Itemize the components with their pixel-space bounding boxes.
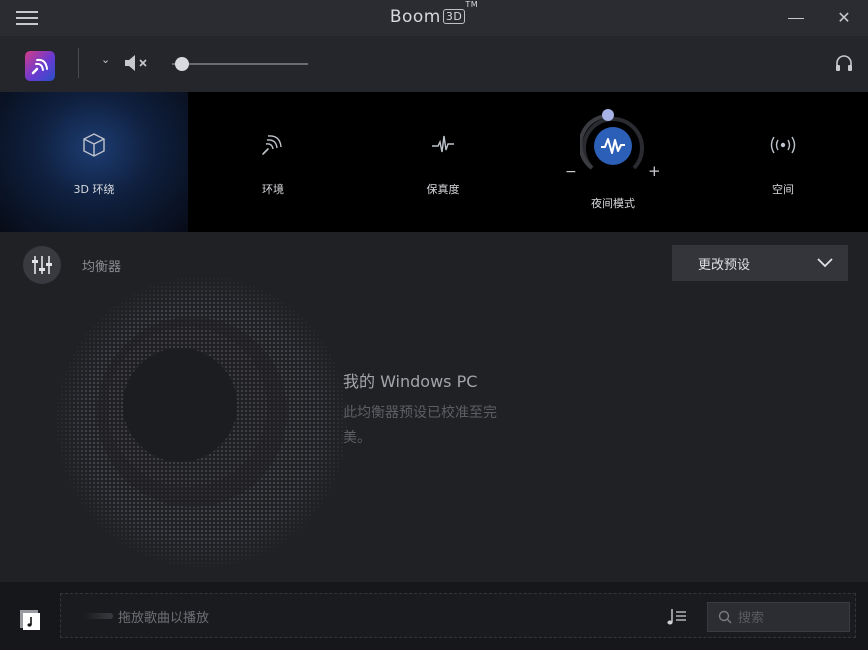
waves-icon bbox=[262, 135, 282, 155]
minimize-button[interactable] bbox=[784, 8, 808, 28]
toolbar-divider bbox=[78, 48, 79, 78]
player-bar: 拖放歌曲以播放 bbox=[0, 582, 868, 650]
volume-slider-thumb[interactable] bbox=[174, 57, 189, 71]
effects-bar: 3D 环绕 环境 保真度 − + 夜间模式 空间 bbox=[0, 92, 868, 232]
equalizer-label: 均衡器 bbox=[82, 260, 122, 275]
night-mode-knob[interactable] bbox=[602, 109, 614, 121]
headphones-icon[interactable] bbox=[834, 54, 854, 76]
app-name: Boom bbox=[389, 7, 441, 27]
preset-description: 此均衡器预设已校准至完美。 bbox=[343, 405, 497, 446]
broadcast-icon bbox=[770, 136, 796, 154]
effect-fidelity[interactable]: 保真度 bbox=[358, 92, 528, 232]
effect-label: 保真度 bbox=[426, 183, 460, 196]
effect-label: 夜间模式 bbox=[591, 197, 635, 210]
effect-night-mode[interactable]: − + 夜间模式 bbox=[528, 92, 698, 232]
night-mode-decrease[interactable]: − bbox=[565, 164, 577, 180]
cube-icon bbox=[83, 133, 105, 157]
effect-3d-surround[interactable]: 3D 环绕 bbox=[0, 92, 188, 232]
toolbar: ⌄ bbox=[0, 36, 868, 92]
speaker-muted-icon[interactable] bbox=[123, 54, 151, 76]
playlist-icon[interactable] bbox=[666, 607, 688, 631]
speaker-graphic bbox=[57, 277, 347, 567]
drop-zone-indicator bbox=[83, 613, 113, 619]
preset-dropdown-label: 更改预设 bbox=[698, 258, 751, 273]
soundwave-icon bbox=[594, 127, 632, 165]
close-button[interactable]: ✕ bbox=[832, 8, 856, 28]
pulse-icon bbox=[432, 135, 454, 153]
effect-label: 环境 bbox=[262, 183, 284, 196]
search-input[interactable] bbox=[736, 608, 850, 628]
equalizer-sliders-icon[interactable] bbox=[23, 246, 61, 284]
trademark: TM bbox=[465, 0, 479, 10]
preset-dropdown[interactable]: 更改预设 bbox=[672, 245, 848, 281]
effect-spatial[interactable]: 空间 bbox=[698, 92, 868, 232]
night-mode-increase[interactable]: + bbox=[648, 162, 661, 180]
search-icon bbox=[718, 610, 732, 624]
chevron-down-icon[interactable]: ⌄ bbox=[101, 53, 110, 66]
search-box[interactable] bbox=[707, 602, 850, 632]
drop-zone-text: 拖放歌曲以播放 bbox=[118, 611, 210, 626]
effect-label: 3D 环绕 bbox=[73, 183, 115, 196]
app-title: Boom 3DTM bbox=[0, 0, 868, 27]
chevron-down-icon bbox=[817, 258, 833, 268]
volume-slider-track[interactable] bbox=[172, 63, 308, 65]
effect-ambience[interactable]: 环境 bbox=[188, 92, 358, 232]
app-logo-icon[interactable] bbox=[25, 51, 55, 81]
title-bar: Boom 3DTM ✕ bbox=[0, 0, 868, 36]
app-badge: 3D bbox=[442, 9, 466, 24]
device-title: 我的 Windows PC bbox=[343, 372, 478, 391]
equalizer-panel: 均衡器 更改预设 我的 Windows PC 此均衡器预设已校准至完美。 bbox=[0, 232, 868, 582]
music-file-icon[interactable] bbox=[18, 608, 42, 636]
effect-label: 空间 bbox=[772, 183, 794, 196]
